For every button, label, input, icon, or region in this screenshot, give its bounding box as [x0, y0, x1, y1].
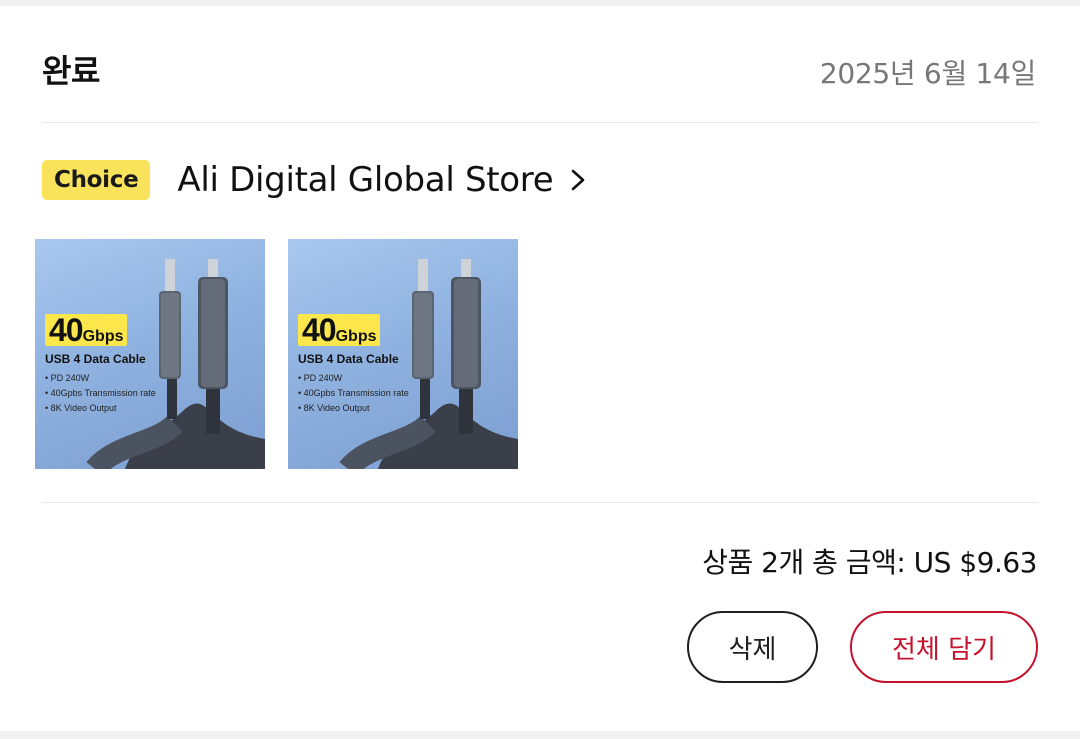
speed-badge: 40Gbps: [45, 314, 128, 346]
product-thumbnail[interactable]: 40Gbps USB 4 Data Cable PD 240W 40Gpbs T…: [35, 239, 265, 469]
speed-badge: 40Gbps: [298, 314, 381, 346]
product-feature: 40Gpbs Transmission rate: [45, 388, 156, 398]
chevron-right-icon[interactable]: [567, 166, 589, 194]
product-thumbnail[interactable]: 40Gbps USB 4 Data Cable PD 240W 40Gpbs T…: [288, 239, 518, 469]
order-date: 2025년 6월 14일: [819, 57, 1036, 90]
order-status: 완료: [42, 52, 100, 90]
product-feature: 8K Video Output: [45, 403, 117, 413]
order-total: 상품 2개 총 금액: US $9.63: [702, 546, 1037, 579]
store-name[interactable]: Ali Digital Global Store: [177, 160, 553, 200]
product-feature: 40Gpbs Transmission rate: [298, 388, 409, 398]
product-feature: PD 240W: [45, 373, 90, 383]
choice-badge: Choice: [42, 160, 151, 200]
add-all-to-cart-button[interactable]: 전체 담기: [850, 611, 1038, 683]
product-feature: PD 240W: [298, 373, 343, 383]
store-link[interactable]: Choice Ali Digital Global Store: [42, 159, 589, 201]
divider: [42, 122, 1038, 123]
product-feature: 8K Video Output: [298, 403, 370, 413]
product-title: USB 4 Data Cable: [45, 352, 146, 366]
product-title: USB 4 Data Cable: [298, 352, 399, 366]
order-card: 완료 2025년 6월 14일 Choice Ali Digital Globa…: [0, 6, 1080, 731]
delete-button[interactable]: 삭제: [687, 611, 818, 683]
divider: [42, 502, 1038, 503]
